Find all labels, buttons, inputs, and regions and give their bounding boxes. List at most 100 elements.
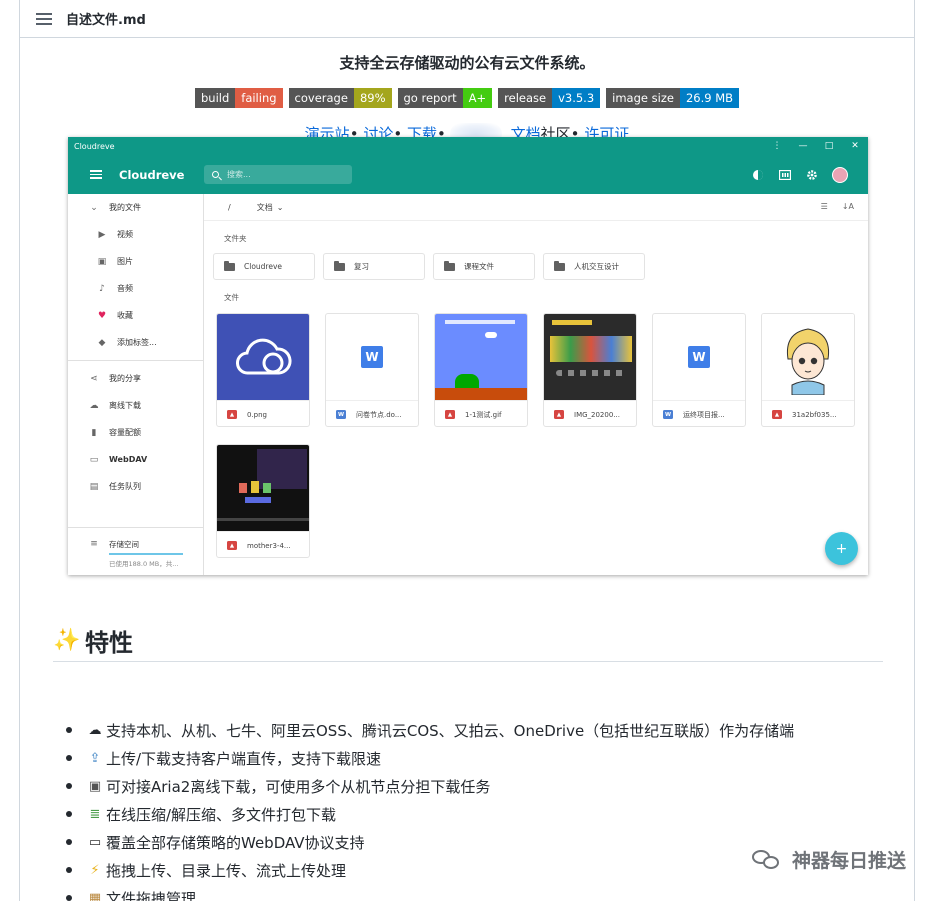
file-grid: ▲ 0.png W W 问卷节点.do... ▲ 1-1测试.gif ▲ IMG… xyxy=(204,313,864,558)
app-bar: Cloudreve 搜索... xyxy=(68,155,868,194)
folder-item[interactable]: 课程文件 xyxy=(433,253,535,280)
chevron-down-icon[interactable]: ⌄ xyxy=(277,203,284,212)
folder-item[interactable]: 人机交互设计 xyxy=(543,253,645,280)
go-report-badge[interactable]: go report A+ xyxy=(397,88,493,108)
file-card[interactable]: ▲ 31a2bf035... xyxy=(761,313,855,427)
search-icon xyxy=(212,171,219,178)
drawer-audio[interactable]: ♪ 音频 xyxy=(68,275,203,302)
menu-icon[interactable] xyxy=(90,170,102,179)
settings-gear-icon[interactable] xyxy=(805,168,818,181)
files-label: 文件 xyxy=(224,293,239,302)
badge-row: build failing coverage 89% go report A+ rel… xyxy=(20,88,914,108)
word-icon: W xyxy=(688,346,710,368)
folder-icon xyxy=(554,260,565,271)
features-title: 特性 xyxy=(85,629,133,657)
cloud-icon: ☁ xyxy=(88,722,102,738)
cloudreve-screenshot: Cloudreve ⋮ — □ ✕ Cloudreve 搜索... ⌄ 我的文件 … xyxy=(68,137,868,575)
sort-icon[interactable]: ↓A xyxy=(842,202,854,211)
folders-label: 文件夹 xyxy=(224,234,247,243)
lightning-icon: ⚡ xyxy=(90,862,100,878)
watermark: 神器每日推送 xyxy=(751,846,906,873)
cloud-logo-thumbnail xyxy=(217,314,309,400)
word-file-icon: W xyxy=(336,410,346,419)
user-avatar[interactable] xyxy=(832,166,848,183)
drawer-webdav[interactable]: ▭ WebDAV xyxy=(68,446,203,473)
drawer-quota[interactable]: ▮ 容量配额 xyxy=(68,419,203,446)
window-titlebar: Cloudreve ⋮ — □ ✕ xyxy=(68,137,868,155)
tagline: 支持全云存储驱动的公有云文件系统。 xyxy=(339,54,595,72)
list-item: ⇪ 上传/下载支持客户端直传，支持下载限速 xyxy=(66,744,794,772)
drawer-task-queue[interactable]: ▤ 任务队列 xyxy=(68,473,203,500)
file-card[interactable]: ▲ mother3-4... xyxy=(216,444,310,558)
close-icon[interactable]: ✕ xyxy=(842,141,868,151)
list-item: ▣ 可对接Aria2离线下载，可使用多个从机节点分担下载任务 xyxy=(66,772,794,800)
folder-item[interactable]: 复习 xyxy=(323,253,425,280)
devices-icon: ▭ xyxy=(89,454,99,465)
file-card[interactable]: ▲ IMG_20200... xyxy=(543,313,637,427)
file-card[interactable]: W W 问卷节点.do... xyxy=(325,313,419,427)
folder-item[interactable]: Cloudreve xyxy=(213,253,315,280)
sparkles-icon: ✨ xyxy=(53,628,81,653)
folder-icon xyxy=(444,260,455,271)
word-file-icon: W xyxy=(663,410,673,419)
nav-drawer: ⌄ 我的文件 ▶ 视频 ▣ 图片 ♪ 音频 ♥ 收藏 ◆ 添加标签... ⋖ 我的分享 ☁ 离线… xyxy=(68,194,204,575)
image-file-icon: ▲ xyxy=(227,410,237,419)
drawer-my-files[interactable]: ⌄ 我的文件 xyxy=(68,194,203,221)
drawer-images[interactable]: ▣ 图片 xyxy=(68,248,203,275)
file-card[interactable]: ▲ 1-1测试.gif xyxy=(434,313,528,427)
feature-list: ☁ 支持本机、从机、七牛、阿里云OSS、腾讯云COS、又拍云、OneDrive（包… xyxy=(66,716,794,901)
drawer-favorites[interactable]: ♥ 收藏 xyxy=(68,302,203,329)
list-item: ☁ 支持本机、从机、七牛、阿里云OSS、腾讯云COS、又拍云、OneDrive（包… xyxy=(66,716,794,744)
image-icon: ▣ xyxy=(97,256,107,267)
share-icon: ⋖ xyxy=(90,373,98,384)
image-size-badge[interactable]: image size 26.9 MB xyxy=(606,88,740,108)
file-area: / 文档 ⌄ ☰ ↓A 文件夹 Cloudreve 复习 课程文件 人机交互设计… xyxy=(204,194,868,575)
game-screenshot-thumbnail xyxy=(544,314,636,400)
release-badge[interactable]: release v3.5.3 xyxy=(498,88,601,108)
list-view-icon[interactable]: ☰ xyxy=(821,202,828,211)
build-badge[interactable]: build failing xyxy=(194,88,283,108)
music-icon: ♪ xyxy=(99,283,105,294)
storage-usage: ≡ 存储空间 已使用188.0 MB，共... xyxy=(68,527,203,575)
laptop-icon: ▭ xyxy=(88,834,102,850)
drawer-my-shares[interactable]: ⋖ 我的分享 xyxy=(68,365,203,392)
file-card[interactable]: ▲ 0.png xyxy=(216,313,310,427)
storage-progress-bar xyxy=(109,553,183,555)
image-file-icon: ▲ xyxy=(554,410,564,419)
storage-icon: ≡ xyxy=(90,539,98,549)
chevron-down-icon: ⌄ xyxy=(90,202,98,213)
word-icon: W xyxy=(361,346,383,368)
upload-icon: ⇪ xyxy=(89,750,101,766)
file-card[interactable]: W W 运终项目报... xyxy=(652,313,746,427)
app-title: Cloudreve xyxy=(119,167,185,182)
features-heading: ✨ 特性 xyxy=(53,620,883,662)
folder-grid: Cloudreve 复习 课程文件 人机交互设计 xyxy=(204,253,868,280)
minimize-icon[interactable]: — xyxy=(790,141,816,151)
drawer-add-tag[interactable]: ◆ 添加标签... xyxy=(68,329,203,356)
drawer-offline-download[interactable]: ☁ 离线下载 xyxy=(68,392,203,419)
breadcrumb: / 文档 ⌄ xyxy=(204,194,868,221)
search-input[interactable]: 搜索... xyxy=(204,165,352,184)
mario-gif-thumbnail xyxy=(435,314,527,400)
word-thumbnail: W xyxy=(653,314,745,400)
books-icon: ≣ xyxy=(89,806,101,822)
package-icon: ▦ xyxy=(88,890,102,901)
readme-content: 支持全云存储驱动的公有云文件系统。 build failing coverage 8… xyxy=(20,38,914,145)
anime-avatar-thumbnail xyxy=(762,314,854,400)
coverage-badge[interactable]: coverage 89% xyxy=(288,88,392,108)
breadcrumb-current[interactable]: 文档 xyxy=(257,202,273,213)
storage-icon[interactable] xyxy=(778,168,791,181)
floppy-disk-icon: ▣ xyxy=(88,778,102,794)
word-thumbnail: W xyxy=(326,314,418,400)
drawer-video[interactable]: ▶ 视频 xyxy=(68,221,203,248)
image-file-icon: ▲ xyxy=(227,541,237,550)
outline-list-icon[interactable] xyxy=(36,12,52,25)
wechat-icon xyxy=(751,848,782,872)
list-item: ≣ 在线压缩/解压缩、多文件打包下载 xyxy=(66,800,794,828)
more-vert-icon[interactable]: ⋮ xyxy=(764,141,790,151)
maximize-icon[interactable]: □ xyxy=(816,141,842,151)
video-icon: ▶ xyxy=(98,229,106,240)
add-fab-button[interactable]: + xyxy=(825,532,858,565)
theme-toggle-icon[interactable] xyxy=(751,168,764,181)
list-item: ▭ 覆盖全部存储策略的WebDAV协议支持 xyxy=(66,828,794,856)
